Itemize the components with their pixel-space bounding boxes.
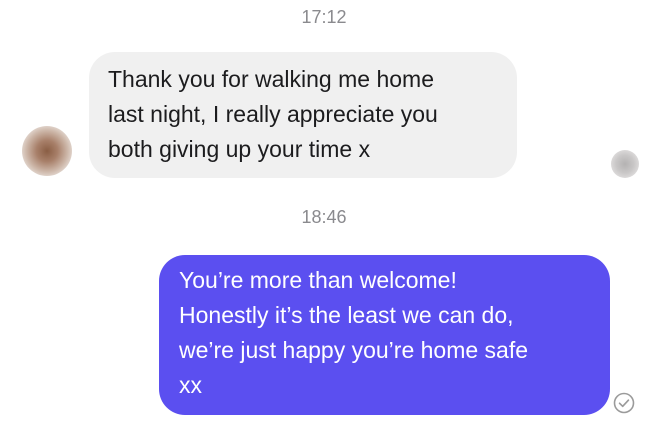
message-timestamp: 18:46: [301, 207, 347, 227]
message-timestamp: 17:12: [301, 7, 347, 27]
seen-receipt-avatar: [611, 150, 639, 178]
incoming-message-bubble[interactable]: Thank you for walking me home last night…: [89, 52, 517, 178]
outgoing-message-bubble[interactable]: You’re more than welcome! Honestly it’s …: [159, 255, 610, 415]
sent-check-icon: [613, 392, 635, 414]
contact-avatar[interactable]: [22, 126, 72, 176]
